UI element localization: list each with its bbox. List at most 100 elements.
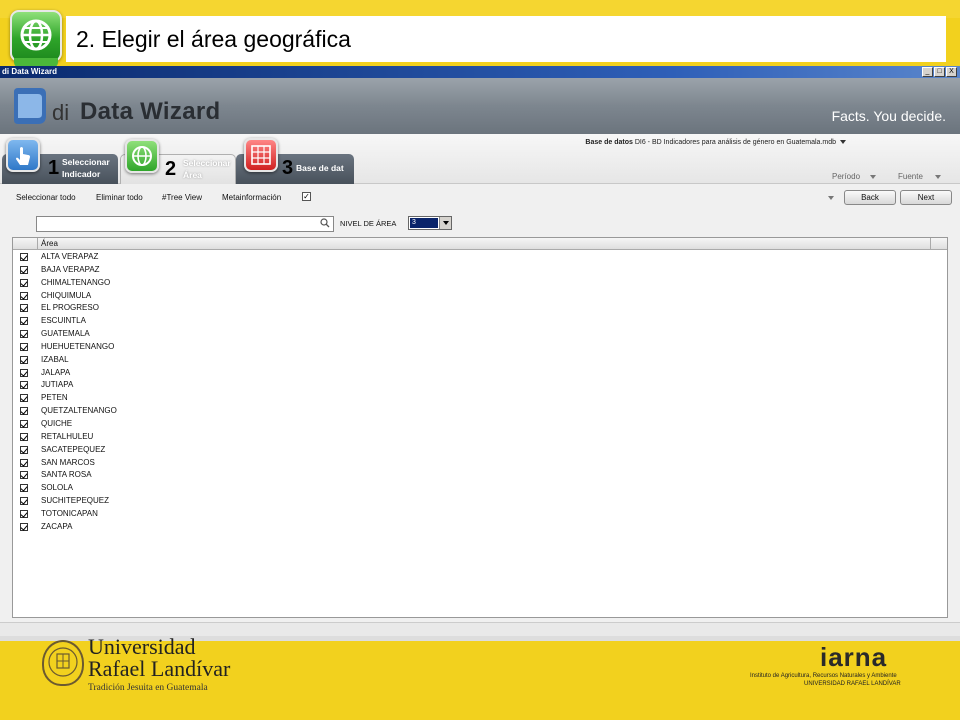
list-header-label: Área	[41, 239, 58, 248]
university-name-line1: Universidad	[88, 634, 196, 659]
chevron-down-icon[interactable]	[934, 174, 941, 179]
close-button[interactable]: X	[946, 67, 957, 77]
area-checkbox[interactable]	[20, 407, 28, 416]
area-label: SACATEPEQUEZ	[41, 444, 106, 454]
area-checkbox[interactable]	[20, 432, 28, 441]
list-item[interactable]: ALTA VERAPAZ	[13, 251, 947, 264]
area-label: TOTONICAPAN	[41, 508, 98, 518]
area-checkbox[interactable]	[20, 471, 28, 480]
area-checkbox[interactable]	[20, 381, 28, 390]
periodo-filter[interactable]: Período	[832, 172, 877, 181]
back-button[interactable]: Back	[844, 190, 896, 205]
toolbar: Seleccionar todo Eliminar todo #Tree Vie…	[0, 185, 960, 211]
step-tab-indicador[interactable]: 1 Seleccionar Indicador	[2, 138, 118, 184]
area-label: SOLOLA	[41, 483, 74, 493]
step-number: 3	[282, 157, 294, 179]
list-item[interactable]: IZABAL	[13, 354, 947, 367]
area-checkbox[interactable]	[20, 458, 28, 467]
area-label: CHIQUIMULA	[41, 290, 92, 300]
nivel-area-value: 3	[410, 218, 438, 228]
list-item[interactable]: RETALHULEU	[13, 431, 947, 444]
step-label-line1: Base de dat	[296, 163, 344, 173]
area-label: SUCHITEPEQUEZ	[41, 496, 110, 506]
area-checkbox[interactable]	[20, 253, 28, 261]
step-label-line2: Área	[183, 170, 202, 180]
list-item[interactable]: SOLOLA	[13, 482, 947, 495]
area-label: QUICHE	[41, 418, 73, 428]
metainfo-checkbox[interactable]: ✓	[302, 192, 311, 201]
table-grid-icon	[244, 138, 278, 172]
area-checkbox[interactable]	[20, 265, 28, 274]
metainfo-label: Metainformación	[222, 193, 282, 202]
list-item[interactable]: QUETZALTENANGO	[13, 405, 947, 418]
iarna-logo-text: iarna	[820, 642, 888, 672]
area-checkbox[interactable]	[20, 304, 28, 313]
list-item[interactable]: PETEN	[13, 392, 947, 405]
slide-footer: Universidad Rafael Landívar Tradición Je…	[0, 636, 960, 720]
logo-app-name: Data Wizard	[80, 98, 221, 125]
list-item[interactable]: TOTONICAPAN	[13, 508, 947, 521]
nivel-area-label: NIVEL DE ÁREA	[340, 219, 397, 228]
list-item[interactable]: CHIQUIMULA	[13, 290, 947, 303]
window-title: di Data Wizard	[2, 67, 58, 76]
list-item[interactable]: HUEHUETENANGO	[13, 341, 947, 354]
area-checkbox[interactable]	[20, 291, 28, 300]
database-info[interactable]: Base de datos DI6 - BD Indicadores para …	[585, 139, 846, 146]
select-all-button[interactable]: Seleccionar todo	[16, 193, 76, 202]
search-input[interactable]	[36, 216, 334, 232]
area-checkbox[interactable]	[20, 342, 28, 351]
fuente-filter[interactable]: Fuente	[898, 172, 941, 181]
area-checkbox[interactable]	[20, 509, 28, 518]
list-item[interactable]: CHIMALTENANGO	[13, 277, 947, 290]
iarna-university: UNIVERSIDAD RAFAEL LANDÍVAR	[804, 681, 901, 687]
list-item[interactable]: JUTIAPA	[13, 379, 947, 392]
area-checkbox[interactable]	[20, 330, 28, 339]
list-item[interactable]: SACATEPEQUEZ	[13, 444, 947, 457]
list-item[interactable]: ESCUINTLA	[13, 315, 947, 328]
area-checkbox[interactable]	[20, 394, 28, 403]
list-item[interactable]: GUATEMALA	[13, 328, 947, 341]
area-checkbox[interactable]	[20, 355, 28, 364]
next-button[interactable]: Next	[900, 190, 952, 205]
university-name-line2: Rafael Landívar	[88, 656, 231, 681]
area-label: SANTA ROSA	[41, 470, 92, 480]
list-item[interactable]: SAN MARCOS	[13, 457, 947, 470]
globe-icon	[10, 10, 62, 62]
area-label: JUTIAPA	[41, 380, 74, 390]
step-label-line1: Seleccionar	[62, 157, 110, 167]
step-tab-base-datos[interactable]: 3 Base de dat	[236, 138, 354, 184]
step-number: 1	[48, 157, 60, 179]
chevron-down-icon[interactable]	[828, 196, 834, 200]
tree-view-button[interactable]: #Tree View	[162, 193, 202, 202]
list-item[interactable]: ZACAPA	[13, 521, 947, 534]
di-logo-icon	[14, 88, 46, 124]
area-label: EL PROGRESO	[41, 303, 99, 313]
chevron-down-icon[interactable]	[870, 174, 877, 179]
chevron-down-icon[interactable]	[439, 217, 451, 229]
chevron-down-icon[interactable]	[840, 140, 846, 145]
periodo-label: Período	[832, 172, 861, 181]
area-checkbox[interactable]	[20, 368, 28, 377]
list-item[interactable]: SUCHITEPEQUEZ	[13, 495, 947, 508]
list-item[interactable]: EL PROGRESO	[13, 302, 947, 315]
area-label: RETALHULEU	[41, 431, 94, 441]
area-checkbox[interactable]	[20, 522, 28, 531]
area-checkbox[interactable]	[20, 484, 28, 493]
area-checkbox[interactable]	[20, 497, 28, 506]
nivel-area-select[interactable]: 3	[408, 216, 452, 230]
area-checkbox[interactable]	[20, 317, 28, 326]
list-item[interactable]: SANTA ROSA	[13, 469, 947, 482]
area-checkbox[interactable]	[20, 419, 28, 428]
list-item[interactable]: BAJA VERAPAZ	[13, 264, 947, 277]
step-tab-area[interactable]: 2 Seleccionar Área	[120, 139, 236, 184]
list-item[interactable]: JALAPA	[13, 367, 947, 380]
area-checkbox[interactable]	[20, 445, 28, 454]
minimize-button[interactable]: _	[922, 67, 933, 77]
clear-all-button[interactable]: Eliminar todo	[96, 193, 143, 202]
list-item[interactable]: QUICHE	[13, 418, 947, 431]
maximize-button[interactable]: □	[934, 67, 945, 77]
list-header-column[interactable]	[37, 238, 931, 250]
step-label-line1: Seleccionar	[183, 158, 231, 168]
area-checkbox[interactable]	[20, 278, 28, 287]
area-label: ALTA VERAPAZ	[41, 252, 99, 261]
